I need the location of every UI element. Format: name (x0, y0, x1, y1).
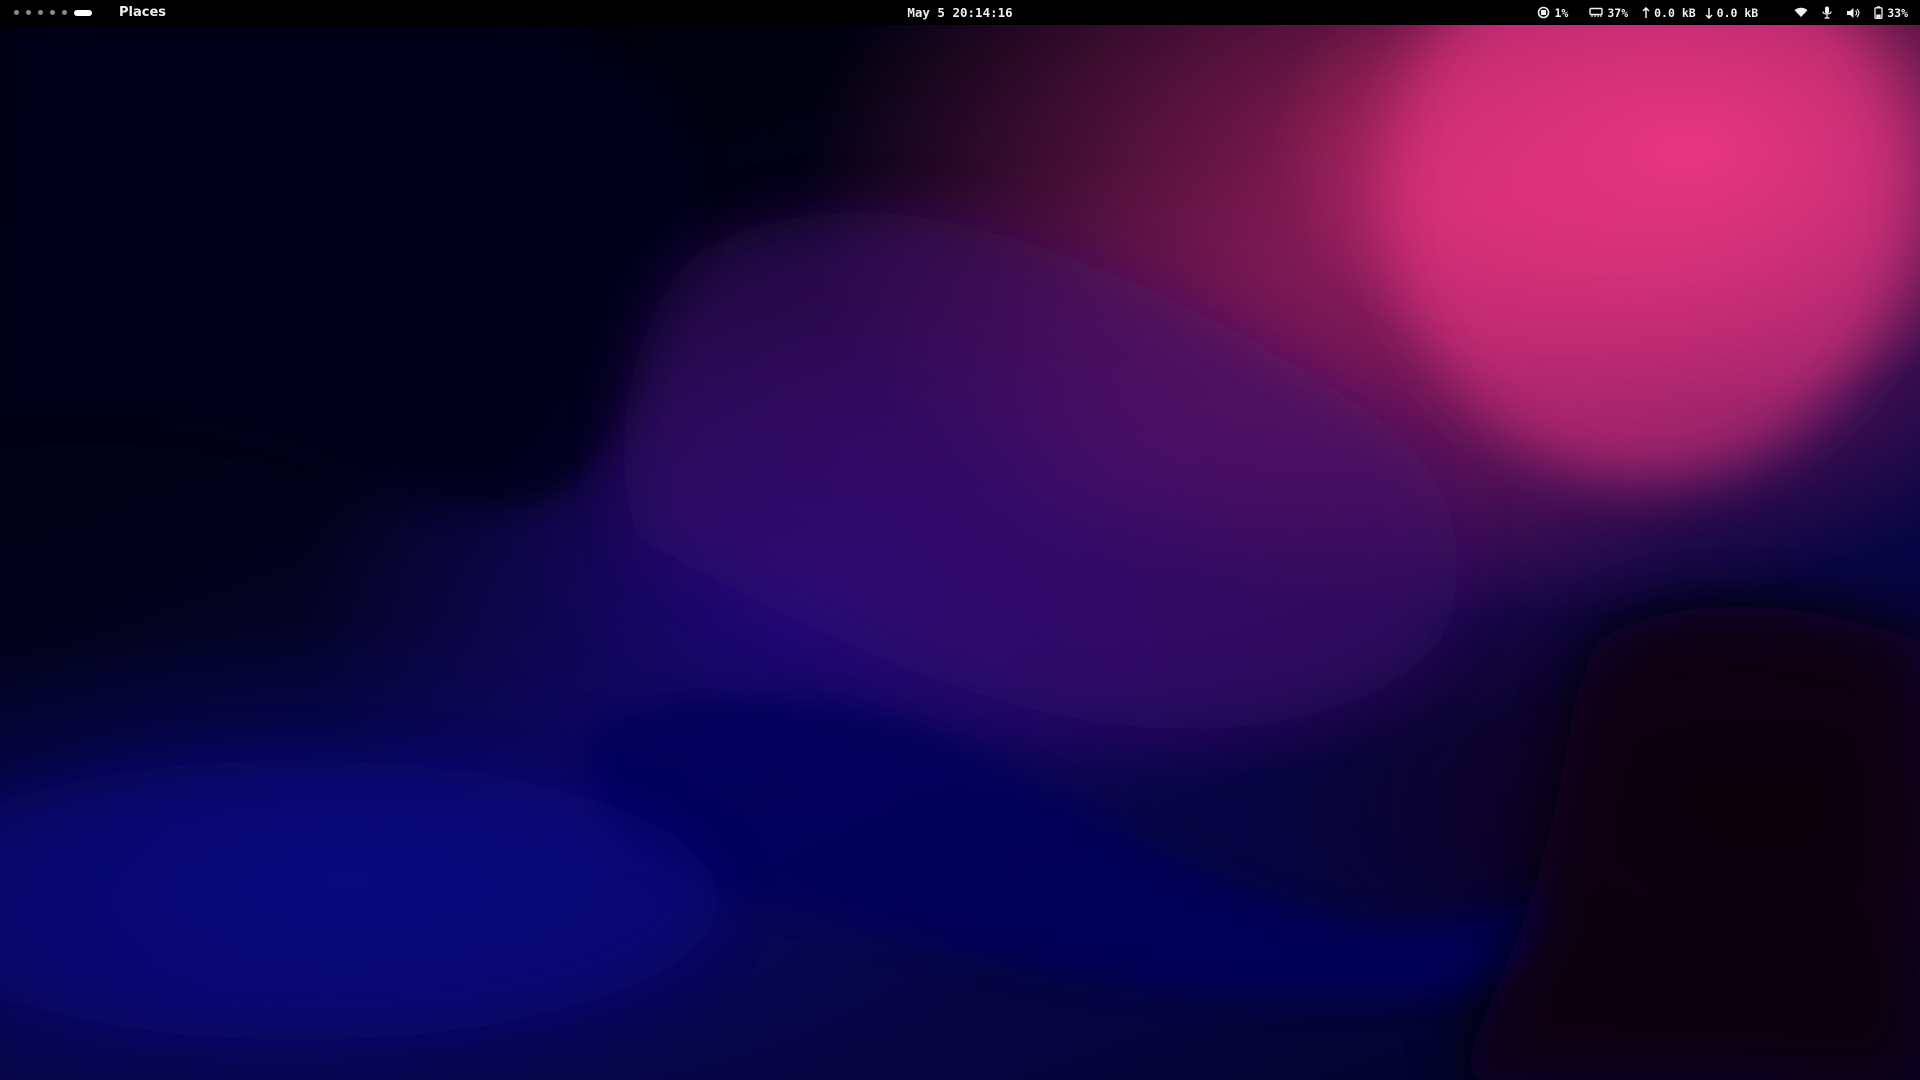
wifi-indicator[interactable] (1794, 7, 1808, 18)
upload-indicator[interactable]: 0.0 kB (1642, 6, 1696, 20)
cpu-value: 1% (1554, 5, 1569, 20)
workspace-dot-3[interactable] (38, 10, 43, 15)
workspace-dot-4[interactable] (50, 10, 55, 15)
clock-button[interactable]: May 5 20:14:16 (907, 5, 1012, 20)
workspace-indicator[interactable] (14, 9, 92, 16)
download-indicator[interactable]: 0.0 kB (1705, 5, 1759, 20)
wallpaper-waves (0, 0, 1920, 1080)
workspace-active-pill[interactable] (74, 9, 92, 16)
arrow-up-icon (1642, 6, 1650, 19)
volume-icon (1846, 7, 1860, 19)
battery-indicator[interactable]: 33% (1874, 6, 1908, 20)
battery-icon (1874, 6, 1883, 19)
arrow-down-icon (1705, 7, 1713, 19)
memory-indicator[interactable]: 37% (1589, 6, 1628, 20)
download-value: 0.0 kB (1716, 5, 1759, 20)
battery-value: 33% (1887, 5, 1908, 20)
system-tray: 1% 37% 0.0 kB 0.0 kB 33% (1537, 4, 1908, 21)
workspace-dot-1[interactable] (14, 10, 19, 15)
desktop-screen: Places May 5 20:14:16 1% 37% 0.0 kB 0.0 … (0, 0, 1920, 1080)
wifi-icon (1794, 7, 1808, 18)
workspace-dot-5[interactable] (62, 10, 67, 15)
cpu-icon (1537, 6, 1550, 19)
microphone-icon (1822, 6, 1832, 19)
top-panel: Places May 5 20:14:16 1% 37% 0.0 kB 0.0 … (0, 0, 1920, 25)
memory-icon (1589, 7, 1604, 18)
upload-value: 0.0 kB (1654, 5, 1696, 20)
workspace-dot-2[interactable] (26, 10, 31, 15)
places-menu-button[interactable]: Places (119, 5, 166, 20)
memory-value: 37% (1607, 5, 1629, 20)
volume-indicator[interactable] (1846, 7, 1860, 19)
cpu-indicator[interactable]: 1% (1537, 6, 1568, 20)
microphone-indicator[interactable] (1822, 6, 1832, 19)
